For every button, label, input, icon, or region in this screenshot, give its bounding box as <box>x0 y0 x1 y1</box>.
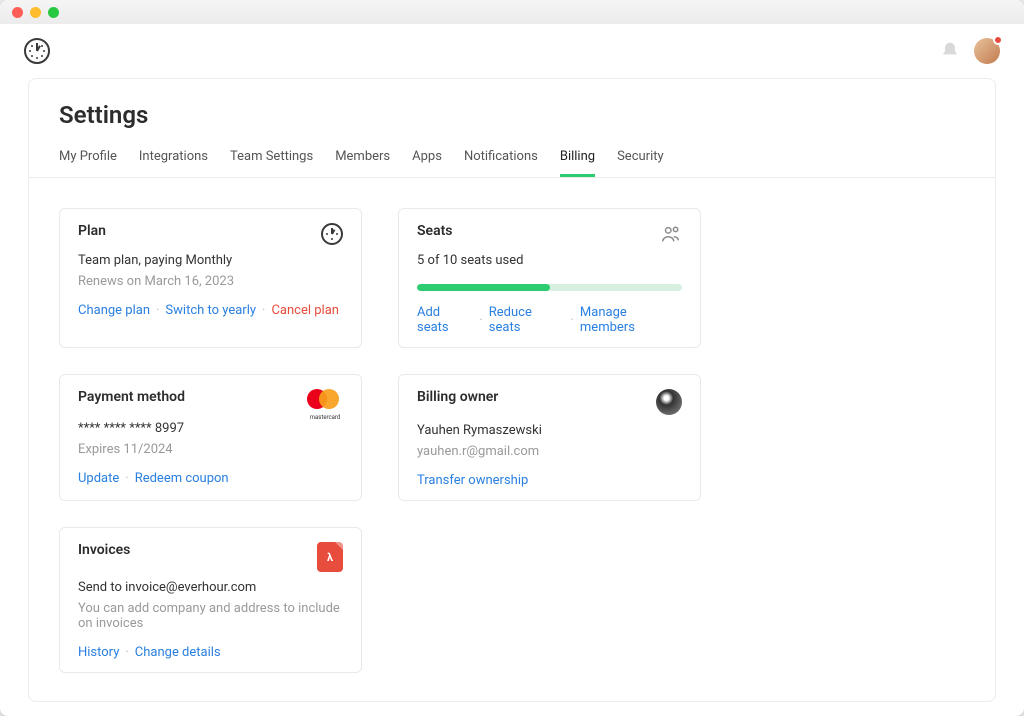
plan-card-title: Plan <box>78 223 106 239</box>
owner-card-title: Billing owner <box>417 389 498 405</box>
plan-card: Plan Team plan, paying Monthly Renews on… <box>59 208 362 348</box>
invoice-email: Send to invoice@everhour.com <box>78 580 343 595</box>
page-body: Settings My Profile Integrations Team Se… <box>0 78 1024 716</box>
seats-card-title: Seats <box>417 223 453 239</box>
billing-cards-grid: Plan Team plan, paying Monthly Renews on… <box>29 178 995 673</box>
seats-used-text: 5 of 10 seats used <box>417 253 682 268</box>
seats-progress <box>417 284 682 291</box>
seats-icon <box>660 223 682 245</box>
cancel-plan-link[interactable]: Cancel plan <box>271 303 339 318</box>
header-right <box>940 38 1000 64</box>
transfer-ownership-link[interactable]: Transfer ownership <box>417 473 528 488</box>
window-close-dot[interactable] <box>12 7 23 18</box>
invoice-note: You can add company and address to inclu… <box>78 601 343 631</box>
tab-billing[interactable]: Billing <box>560 143 595 177</box>
redeem-coupon-link[interactable]: Redeem coupon <box>135 471 229 486</box>
settings-panel: Settings My Profile Integrations Team Se… <box>28 78 996 702</box>
window-min-dot[interactable] <box>30 7 41 18</box>
payment-card: Payment method mastercard **** **** ****… <box>59 374 362 501</box>
window-titlebar <box>0 0 1024 24</box>
page-title: Settings <box>29 101 995 137</box>
add-seats-link[interactable]: Add seats <box>417 305 473 335</box>
tab-my-profile[interactable]: My Profile <box>59 143 117 177</box>
billing-owner-card: Billing owner Yauhen Rymaszewski yauhen.… <box>398 374 701 501</box>
owner-avatar <box>656 389 682 415</box>
switch-yearly-link[interactable]: Switch to yearly <box>165 303 256 318</box>
seats-card: Seats 5 of 10 seats used Add seats · Red… <box>398 208 701 348</box>
plan-renewal: Renews on March 16, 2023 <box>78 274 343 289</box>
plan-description: Team plan, paying Monthly <box>78 253 343 268</box>
reduce-seats-link[interactable]: Reduce seats <box>489 305 565 335</box>
change-details-link[interactable]: Change details <box>135 645 221 660</box>
card-expiry: Expires 11/2024 <box>78 442 343 457</box>
card-number-masked: **** **** **** 8997 <box>78 421 343 436</box>
tab-apps[interactable]: Apps <box>412 143 442 177</box>
tab-team-settings[interactable]: Team Settings <box>230 143 313 177</box>
notification-icon[interactable] <box>940 41 960 61</box>
settings-tabs: My Profile Integrations Team Settings Me… <box>29 137 995 178</box>
user-avatar[interactable] <box>974 38 1000 64</box>
browser-frame: Settings My Profile Integrations Team Se… <box>0 0 1024 716</box>
plan-actions: Change plan · Switch to yearly · Cancel … <box>78 303 343 318</box>
tab-notifications[interactable]: Notifications <box>464 143 538 177</box>
invoices-actions: History · Change details <box>78 645 343 660</box>
invoices-card-title: Invoices <box>78 542 130 558</box>
mastercard-icon: mastercard <box>307 389 343 413</box>
payment-card-title: Payment method <box>78 389 185 405</box>
update-payment-link[interactable]: Update <box>78 471 119 486</box>
owner-actions: Transfer ownership <box>417 473 682 488</box>
owner-name: Yauhen Rymaszewski <box>417 423 682 438</box>
window-max-dot[interactable] <box>48 7 59 18</box>
plan-icon <box>321 223 343 245</box>
change-plan-link[interactable]: Change plan <box>78 303 150 318</box>
manage-members-link[interactable]: Manage members <box>580 305 682 335</box>
pdf-icon: λ <box>317 542 343 572</box>
payment-actions: Update · Redeem coupon <box>78 471 343 486</box>
seats-actions: Add seats · Reduce seats · Manage member… <box>417 305 682 335</box>
app-header <box>0 24 1024 78</box>
invoices-card: Invoices λ Send to invoice@everhour.com … <box>59 527 362 673</box>
tab-integrations[interactable]: Integrations <box>139 143 208 177</box>
seats-progress-bar <box>417 284 550 291</box>
invoice-history-link[interactable]: History <box>78 645 119 660</box>
tab-security[interactable]: Security <box>617 143 664 177</box>
app-logo-icon[interactable] <box>24 38 50 64</box>
owner-email: yauhen.r@gmail.com <box>417 444 682 459</box>
tab-members[interactable]: Members <box>335 143 390 177</box>
